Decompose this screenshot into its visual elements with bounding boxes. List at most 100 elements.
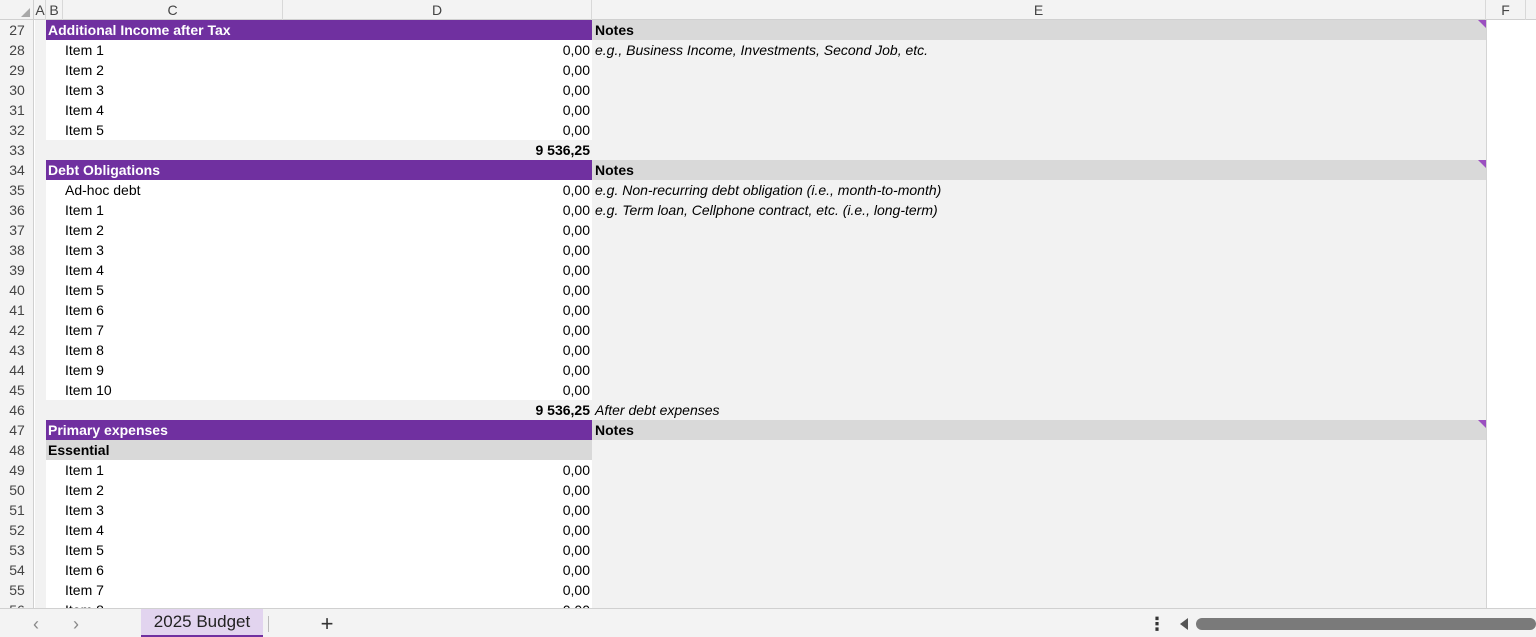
column-header-d[interactable]: D bbox=[283, 0, 592, 20]
amount-cell[interactable]: 0,00 bbox=[46, 280, 592, 300]
column-header-f[interactable]: F bbox=[1486, 0, 1526, 20]
prev-sheet-icon[interactable]: ‹ bbox=[24, 613, 48, 635]
note-cell[interactable] bbox=[592, 600, 1486, 608]
note-cell[interactable] bbox=[592, 480, 1486, 500]
amount-cell[interactable]: 0,00 bbox=[46, 580, 592, 600]
row-number[interactable]: 29 bbox=[0, 60, 34, 80]
amount-cell[interactable]: 9 536,25 bbox=[46, 400, 592, 420]
note-cell[interactable]: e.g., Business Income, Investments, Seco… bbox=[592, 40, 1486, 60]
row-number[interactable]: 37 bbox=[0, 220, 34, 240]
sheet-tab-2025-budget[interactable]: 2025 Budget bbox=[141, 609, 263, 637]
note-cell[interactable] bbox=[592, 440, 1486, 460]
row-number[interactable]: 54 bbox=[0, 560, 34, 580]
amount-cell[interactable]: 0,00 bbox=[46, 500, 592, 520]
spreadsheet-grid[interactable]: A B C D E F G 27282930313233343536373839… bbox=[0, 0, 1536, 608]
notes-header-cell[interactable]: Notes bbox=[592, 20, 1486, 40]
row-number[interactable]: 33 bbox=[0, 140, 34, 160]
note-cell[interactable] bbox=[592, 360, 1486, 380]
row-number[interactable]: 48 bbox=[0, 440, 34, 460]
row-label-cell[interactable]: Additional Income after Tax bbox=[46, 20, 592, 40]
row-number[interactable]: 42 bbox=[0, 320, 34, 340]
row-number[interactable]: 32 bbox=[0, 120, 34, 140]
amount-cell[interactable]: 0,00 bbox=[46, 540, 592, 560]
row-label-cell[interactable]: Essential bbox=[46, 440, 592, 460]
note-cell[interactable] bbox=[592, 100, 1486, 120]
note-cell[interactable]: After debt expenses bbox=[592, 400, 1486, 420]
row-number[interactable]: 40 bbox=[0, 280, 34, 300]
amount-cell[interactable]: 0,00 bbox=[46, 80, 592, 100]
row-number[interactable]: 46 bbox=[0, 400, 34, 420]
scroll-left-icon[interactable] bbox=[1180, 618, 1188, 630]
amount-cell[interactable]: 0,00 bbox=[46, 220, 592, 240]
note-cell[interactable] bbox=[592, 340, 1486, 360]
note-cell[interactable]: e.g. Term loan, Cellphone contract, etc.… bbox=[592, 200, 1486, 220]
row-number[interactable]: 31 bbox=[0, 100, 34, 120]
row-number[interactable]: 49 bbox=[0, 460, 34, 480]
column-header-a[interactable]: A bbox=[35, 0, 46, 20]
row-number[interactable]: 43 bbox=[0, 340, 34, 360]
amount-cell[interactable]: 0,00 bbox=[46, 320, 592, 340]
row-number[interactable]: 44 bbox=[0, 360, 34, 380]
amount-cell[interactable]: 0,00 bbox=[46, 480, 592, 500]
note-cell[interactable] bbox=[592, 380, 1486, 400]
note-cell[interactable] bbox=[592, 580, 1486, 600]
row-number[interactable]: 45 bbox=[0, 380, 34, 400]
note-cell[interactable] bbox=[592, 240, 1486, 260]
row-number[interactable]: 51 bbox=[0, 500, 34, 520]
row-number[interactable]: 56 bbox=[0, 600, 34, 608]
amount-cell[interactable]: 0,00 bbox=[46, 260, 592, 280]
amount-cell[interactable]: 9 536,25 bbox=[46, 140, 592, 160]
row-number[interactable]: 53 bbox=[0, 540, 34, 560]
row-label-cell[interactable]: Debt Obligations bbox=[46, 160, 592, 180]
note-cell[interactable]: e.g. Non-recurring debt obligation (i.e.… bbox=[592, 180, 1486, 200]
row-number[interactable]: 30 bbox=[0, 80, 34, 100]
amount-cell[interactable]: 0,00 bbox=[46, 120, 592, 140]
row-number[interactable]: 38 bbox=[0, 240, 34, 260]
note-cell[interactable] bbox=[592, 280, 1486, 300]
row-number[interactable]: 47 bbox=[0, 420, 34, 440]
note-cell[interactable] bbox=[592, 520, 1486, 540]
row-number[interactable]: 34 bbox=[0, 160, 34, 180]
row-number[interactable]: 41 bbox=[0, 300, 34, 320]
note-cell[interactable] bbox=[592, 560, 1486, 580]
row-number[interactable]: 27 bbox=[0, 20, 34, 40]
note-cell[interactable] bbox=[592, 140, 1486, 160]
row-number[interactable]: 50 bbox=[0, 480, 34, 500]
amount-cell[interactable]: 0,00 bbox=[46, 460, 592, 480]
note-cell[interactable] bbox=[592, 500, 1486, 520]
amount-cell[interactable]: 0,00 bbox=[46, 560, 592, 580]
row-number[interactable]: 35 bbox=[0, 180, 34, 200]
row-number[interactable]: 55 bbox=[0, 580, 34, 600]
amount-cell[interactable]: 0,00 bbox=[46, 360, 592, 380]
note-cell[interactable] bbox=[592, 320, 1486, 340]
amount-cell[interactable]: 0,00 bbox=[46, 520, 592, 540]
note-cell[interactable] bbox=[592, 260, 1486, 280]
select-all-icon[interactable] bbox=[0, 0, 34, 20]
column-header-e[interactable]: E bbox=[592, 0, 1486, 20]
notes-header-cell[interactable]: Notes bbox=[592, 420, 1486, 440]
row-number[interactable]: 52 bbox=[0, 520, 34, 540]
amount-cell[interactable]: 0,00 bbox=[46, 600, 592, 608]
amount-cell[interactable]: 0,00 bbox=[46, 380, 592, 400]
note-cell[interactable] bbox=[592, 300, 1486, 320]
note-cell[interactable] bbox=[592, 220, 1486, 240]
amount-cell[interactable]: 0,00 bbox=[46, 60, 592, 80]
note-cell[interactable] bbox=[592, 60, 1486, 80]
note-cell[interactable] bbox=[592, 80, 1486, 100]
row-label-cell[interactable]: Primary expenses bbox=[46, 420, 592, 440]
column-header-g[interactable]: G bbox=[1526, 0, 1536, 20]
horizontal-scrollbar[interactable] bbox=[1196, 618, 1536, 630]
amount-cell[interactable]: 0,00 bbox=[46, 340, 592, 360]
column-header-c[interactable]: C bbox=[63, 0, 283, 20]
amount-cell[interactable]: 0,00 bbox=[46, 40, 592, 60]
amount-cell[interactable]: 0,00 bbox=[46, 100, 592, 120]
next-sheet-icon[interactable]: › bbox=[64, 613, 88, 635]
amount-cell[interactable]: 0,00 bbox=[46, 180, 592, 200]
column-header-b[interactable]: B bbox=[46, 0, 63, 20]
note-cell[interactable] bbox=[592, 120, 1486, 140]
amount-cell[interactable]: 0,00 bbox=[46, 240, 592, 260]
note-cell[interactable] bbox=[592, 460, 1486, 480]
more-options-icon[interactable]: ⋮ bbox=[1148, 612, 1166, 636]
add-sheet-icon[interactable]: + bbox=[314, 611, 340, 637]
amount-cell[interactable]: 0,00 bbox=[46, 200, 592, 220]
